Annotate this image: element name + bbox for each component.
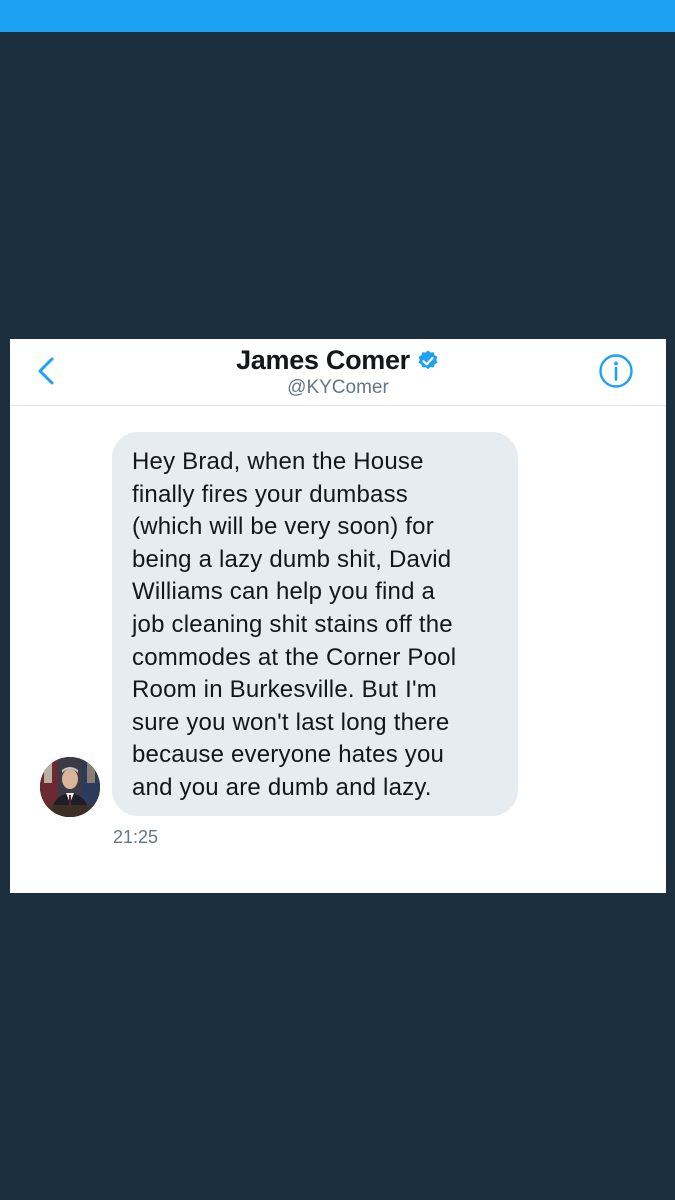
display-name: James Comer xyxy=(236,345,410,375)
message-line: (which will be very soon) for xyxy=(132,513,434,541)
message-line: job cleaning shit stains off the xyxy=(132,610,453,638)
message-line: commodes at the Corner Pool xyxy=(132,643,457,671)
conversation-title: James Comer @KYComer xyxy=(10,345,666,399)
message-line: being a lazy dumb shit, David xyxy=(132,545,452,573)
message-text: Hey Brad, when the House finally fires y… xyxy=(132,446,500,805)
message-line: sure you won't last long there xyxy=(132,708,450,736)
profile-photo xyxy=(40,757,100,817)
message-timestamp: 21:25 xyxy=(113,827,159,847)
conversation-panel: James Comer @KYComer Hey Brad, when the … xyxy=(10,339,666,893)
message-line: Hey Brad, when the House xyxy=(132,448,424,475)
info-icon xyxy=(599,354,633,388)
verified-badge-icon xyxy=(416,349,440,373)
avatar[interactable] xyxy=(40,757,100,817)
info-button[interactable] xyxy=(598,353,634,389)
message-line: Room in Burkesville. But I'm xyxy=(132,676,437,704)
conversation-header: James Comer @KYComer xyxy=(10,339,666,406)
message-line: finally fires your dumbass xyxy=(132,480,408,508)
message-line: Williams can help you find a xyxy=(132,578,436,606)
user-handle: @KYComer xyxy=(287,377,389,398)
message-line: because everyone hates you xyxy=(132,741,445,769)
status-bar xyxy=(0,0,675,32)
message-bubble[interactable]: Hey Brad, when the House finally fires y… xyxy=(112,432,518,816)
message-line: and you are dumb and lazy. xyxy=(132,773,432,801)
